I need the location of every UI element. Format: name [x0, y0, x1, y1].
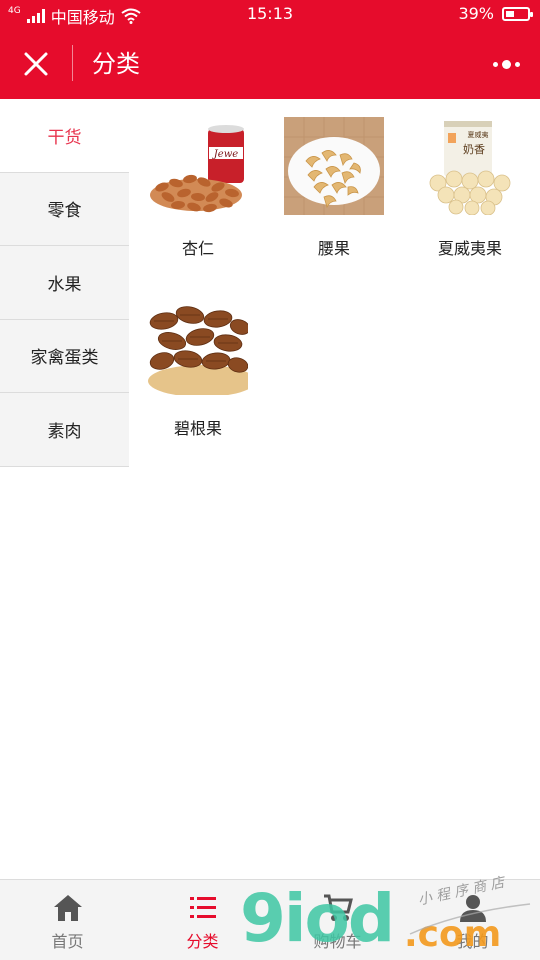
- tab-category[interactable]: 分类: [135, 892, 270, 952]
- list-icon: [189, 897, 216, 918]
- sidebar-item-poultry-eggs[interactable]: 家禽蛋类: [0, 319, 129, 393]
- page-title: 分类: [92, 50, 140, 78]
- tab-mine[interactable]: 我的: [405, 892, 540, 952]
- tab-label: 购物车: [313, 932, 362, 951]
- close-icon: [24, 52, 48, 76]
- sidebar-item-snacks[interactable]: 零食: [0, 172, 129, 246]
- status-right: 39%: [458, 4, 533, 23]
- product-card-macadamia[interactable]: 夏威夷 奶香 夏威夷果: [402, 117, 538, 259]
- tab-label: 分类: [186, 932, 219, 951]
- cashews-image: [284, 117, 384, 215]
- tab-label: 我的: [456, 932, 489, 951]
- almonds-image: Jewe: [148, 117, 248, 215]
- battery-icon: [502, 6, 533, 21]
- tab-label: 首页: [51, 932, 84, 951]
- more-dots-icon: [492, 59, 520, 69]
- close-button[interactable]: [18, 46, 54, 82]
- sidebar-item-dried-goods[interactable]: 干货: [0, 99, 129, 173]
- battery-percent: 39%: [458, 4, 494, 23]
- page-header: 分类: [0, 28, 540, 99]
- header-divider: [72, 45, 73, 81]
- product-name: 杏仁: [181, 239, 214, 258]
- more-button[interactable]: [490, 54, 522, 74]
- category-sidebar: 干货 零食 水果 家禽蛋类 素肉: [0, 99, 129, 467]
- product-card-cashews[interactable]: 腰果: [266, 117, 402, 259]
- home-icon: [53, 895, 82, 921]
- svg-text:奶香: 奶香: [463, 142, 485, 156]
- product-name: 碧根果: [173, 419, 222, 438]
- sidebar-item-veg-meat[interactable]: 素肉: [0, 393, 129, 467]
- product-card-pecans[interactable]: 碧根果: [130, 297, 266, 439]
- tab-home[interactable]: 首页: [0, 892, 135, 952]
- svg-text:夏威夷: 夏威夷: [468, 130, 489, 139]
- user-icon: [459, 895, 486, 922]
- product-card-almonds[interactable]: Jewe 杏仁: [130, 117, 266, 259]
- macadamia-image: 夏威夷 奶香: [420, 117, 520, 215]
- cart-icon: [323, 894, 353, 921]
- bottom-tab-bar: 首页 分类 购物车 我的: [0, 879, 540, 960]
- tab-cart[interactable]: 购物车: [270, 892, 405, 952]
- sidebar-item-fruit[interactable]: 水果: [0, 246, 129, 320]
- status-bar: 4G 中国移动 15:13 39%: [0, 0, 540, 28]
- product-name: 腰果: [317, 239, 350, 258]
- svg-text:Jewe: Jewe: [212, 149, 238, 160]
- pecans-image: [148, 297, 248, 395]
- product-name: 夏威夷果: [437, 239, 502, 258]
